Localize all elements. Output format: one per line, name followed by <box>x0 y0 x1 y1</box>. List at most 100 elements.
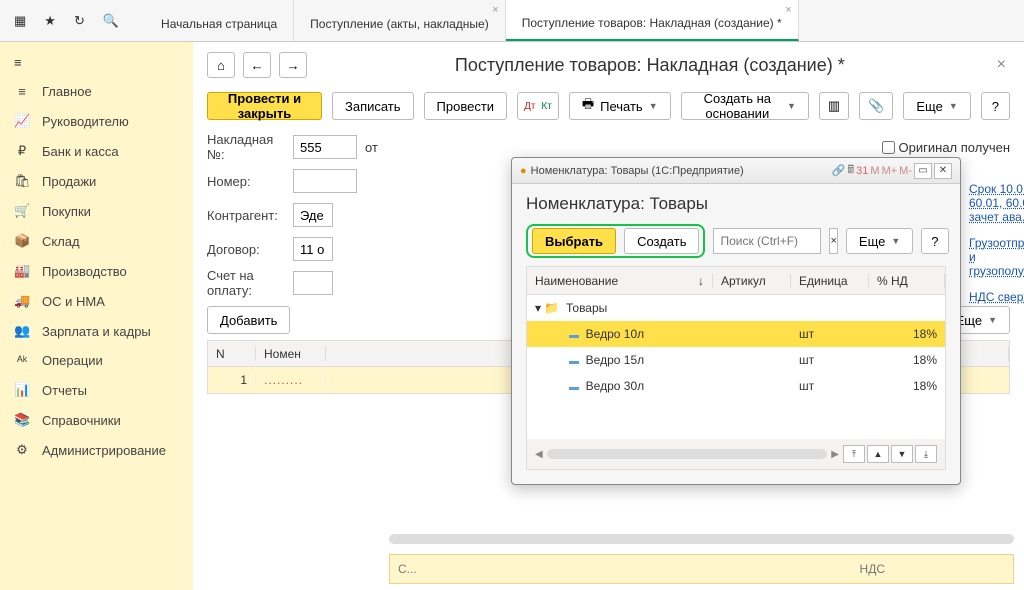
create-based-button[interactable]: Создать на основании▼ <box>681 92 809 120</box>
report-button[interactable]: ▥ <box>819 92 849 120</box>
print-button[interactable]: 🖶Печать▼ <box>569 92 671 120</box>
scroll-left-icon[interactable]: ◀ <box>535 449 543 460</box>
account-label: Счет на оплату: <box>207 268 293 298</box>
sidebar-item-payroll[interactable]: 👥Зарплата и кадры <box>0 316 193 346</box>
tab-label: Поступление (акты, накладные) <box>310 17 489 31</box>
truck-icon: 🚚 <box>14 293 30 309</box>
memory-mminus[interactable]: M- <box>899 165 912 177</box>
footer-vat: НДС <box>860 562 885 576</box>
nav-down-button[interactable]: ▼ <box>891 445 913 463</box>
shipper-link[interactable]: Грузоотправитель и грузополучатель <box>969 236 1024 278</box>
minimize-button[interactable]: ▭ <box>914 163 932 179</box>
apps-icon[interactable]: ▦ <box>14 13 26 29</box>
horizontal-scrollbar[interactable] <box>547 449 828 459</box>
window-title: Номенклатура: Товары (1С:Предприятие) <box>531 165 744 177</box>
sidebar-item-production[interactable]: 🏭Производство <box>0 256 193 286</box>
sidebar-item-sales[interactable]: 🛍Продажи <box>0 166 193 196</box>
vat-link[interactable]: НДС сверху <box>969 290 1024 304</box>
invoice-number-field[interactable] <box>293 135 357 159</box>
sidebar-item-label: Банк и касса <box>42 144 119 159</box>
cell-n: 1 <box>208 373 256 387</box>
expand-icon[interactable]: ▾ <box>535 301 541 315</box>
sidebar-item-label: Администрирование <box>42 443 166 458</box>
link-icon[interactable]: 🔗 <box>832 164 846 177</box>
add-button[interactable]: Добавить <box>207 306 290 334</box>
cell-vat: 18% <box>869 353 945 367</box>
col-article[interactable]: Артикул <box>713 274 791 288</box>
sidebar-item-main[interactable]: ≡Главное <box>0 77 193 106</box>
star-icon: ≡ <box>14 84 30 99</box>
close-button[interactable]: ✕ <box>934 163 952 179</box>
sidebar-item-warehouse[interactable]: 📦Склад <box>0 226 193 256</box>
calc-icon[interactable]: 🖩 <box>848 161 855 180</box>
gear-icon: ⚙ <box>14 442 30 458</box>
close-icon[interactable]: × <box>785 4 791 16</box>
dt-kt-button[interactable]: ДтКт <box>517 92 559 120</box>
original-received-checkbox[interactable]: Оригинал получен <box>882 140 1010 155</box>
horizontal-scrollbar[interactable] <box>389 532 1014 546</box>
sidebar-item-reports[interactable]: 📊Отчеты <box>0 375 193 405</box>
scroll-right-icon[interactable]: ▶ <box>831 449 839 460</box>
search-input[interactable] <box>713 228 821 254</box>
sidebar-item-label: Руководителю <box>42 114 129 129</box>
dialog-help-button[interactable]: ? <box>921 228 948 254</box>
sidebar-item-purchases[interactable]: 🛒Покупки <box>0 196 193 226</box>
dialog-more-button[interactable]: Еще▼ <box>846 228 913 254</box>
back-button[interactable]: ← <box>243 52 271 78</box>
tab-invoice-create[interactable]: Поступление товаров: Накладная (создание… <box>506 0 799 41</box>
sidebar-item-catalogs[interactable]: 📚Справочники <box>0 405 193 435</box>
history-icon[interactable]: ↻ <box>74 13 85 29</box>
help-button[interactable]: ? <box>981 92 1010 120</box>
post-and-close-button[interactable]: Провести и закрыть <box>207 92 322 120</box>
col-vat[interactable]: % НД <box>869 274 945 288</box>
col-name[interactable]: Наименование↓ <box>527 274 713 288</box>
tab-receipts[interactable]: Поступление (акты, накладные)× <box>294 0 506 41</box>
tab-home[interactable]: Начальная страница <box>145 0 294 41</box>
more-button[interactable]: Еще▼ <box>903 92 970 120</box>
select-button[interactable]: Выбрать <box>532 228 616 254</box>
nav-last-button[interactable]: ⤓ <box>915 445 937 463</box>
cart-icon: 🛒 <box>14 203 30 219</box>
cell-name: Ведро 15л <box>586 353 644 367</box>
write-button[interactable]: Записать <box>332 92 414 120</box>
create-button[interactable]: Создать <box>624 228 699 254</box>
term-link[interactable]: Срок 10.01.2017, 60.01, 60.02, зачет ава… <box>969 182 1024 224</box>
sidebar-item-label: Отчеты <box>42 383 87 398</box>
folder-row[interactable]: ▾ 📁 Товары <box>527 295 945 321</box>
close-icon[interactable]: × <box>993 56 1010 74</box>
close-icon[interactable]: × <box>492 4 498 16</box>
contract-field[interactable] <box>293 237 333 261</box>
post-button[interactable]: Провести <box>424 92 508 120</box>
forward-button[interactable]: → <box>279 52 307 78</box>
sidebar-item-operations[interactable]: ᴬᵏОперации <box>0 346 193 375</box>
folder-icon: 📁 <box>544 301 559 315</box>
contractor-label: Контрагент: <box>207 208 293 223</box>
number-field[interactable] <box>293 169 357 193</box>
item-row[interactable]: ▬ Ведро 10л шт 18% <box>527 321 945 347</box>
btn-label: Еще <box>859 234 885 249</box>
star-icon[interactable]: ★ <box>44 13 56 29</box>
calendar-icon[interactable]: 31 <box>856 165 868 177</box>
nav-first-button[interactable]: ⤒ <box>843 445 865 463</box>
memory-mplus[interactable]: M+ <box>882 165 898 177</box>
sidebar-item-label: Продажи <box>42 174 96 189</box>
sidebar-item-admin[interactable]: ⚙ Администрирование <box>0 435 193 465</box>
sidebar-item-manager[interactable]: 📈Руководителю <box>0 106 193 136</box>
item-row[interactable]: ▬ Ведро 30л шт 18% <box>527 373 945 399</box>
nav-up-button[interactable]: ▲ <box>867 445 889 463</box>
sidebar-item-bank[interactable]: ₽Банк и касса <box>0 136 193 166</box>
menu-toggle-icon[interactable]: ≡ <box>0 48 193 77</box>
col-unit[interactable]: Единица <box>791 274 869 288</box>
sidebar-item-assets[interactable]: 🚚ОС и НМА <box>0 286 193 316</box>
search-icon[interactable]: 🔍 <box>103 13 119 29</box>
attach-button[interactable]: 📎 <box>859 92 893 120</box>
item-row[interactable]: ▬ Ведро 15л шт 18% <box>527 347 945 373</box>
col-n[interactable]: N <box>208 347 256 361</box>
account-field[interactable] <box>293 271 333 295</box>
col-nomen[interactable]: Номен <box>256 347 326 361</box>
cell-unit: шт <box>791 379 869 393</box>
contractor-field[interactable] <box>293 203 333 227</box>
memory-m[interactable]: M <box>870 165 879 177</box>
home-button[interactable]: ⌂ <box>207 52 235 78</box>
clear-search-button[interactable]: × <box>829 228 837 254</box>
